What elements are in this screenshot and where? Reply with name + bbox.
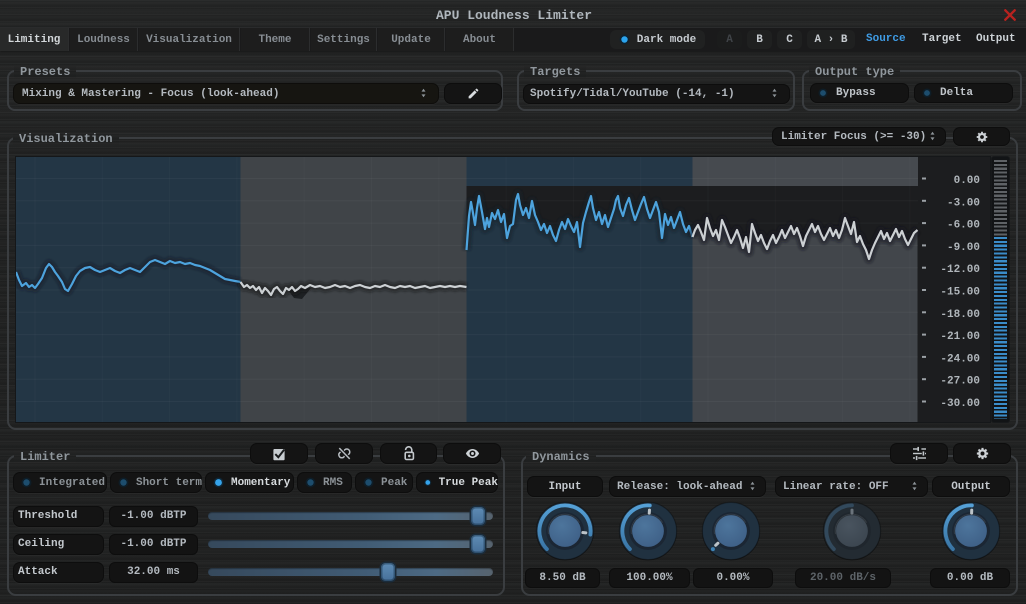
svg-text:-30.00: -30.00 xyxy=(940,398,980,410)
svg-text:-24.00: -24.00 xyxy=(940,353,980,365)
svg-text:-15.00: -15.00 xyxy=(940,287,980,299)
svg-text:-21.00: -21.00 xyxy=(940,331,980,343)
svg-text:-3.00: -3.00 xyxy=(947,197,980,209)
svg-text:-18.00: -18.00 xyxy=(940,309,980,321)
svg-text:0.00: 0.00 xyxy=(954,175,980,187)
svg-text:-6.00: -6.00 xyxy=(947,220,980,232)
svg-text:-9.00: -9.00 xyxy=(947,242,980,254)
svg-text:-12.00: -12.00 xyxy=(940,264,980,276)
svg-text:-27.00: -27.00 xyxy=(940,376,980,388)
